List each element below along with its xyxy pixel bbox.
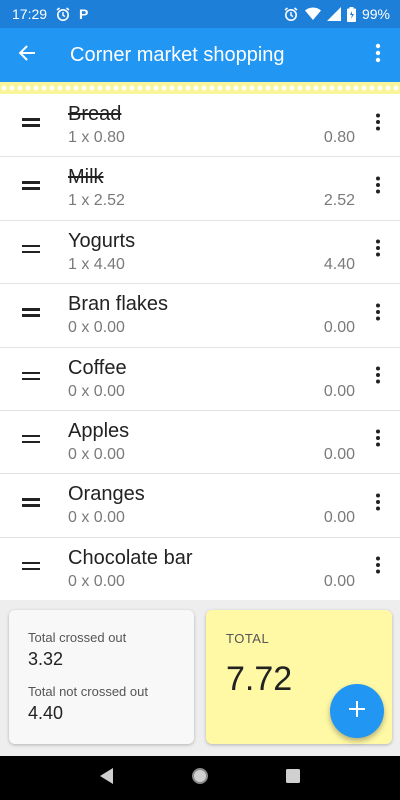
drag-handle-icon[interactable] [22,118,40,128]
more-vert-icon [375,556,381,579]
arrow-left-icon [17,43,37,68]
list-item[interactable]: Milk 1 x 2.52 2.52 [0,157,400,221]
list-item[interactable]: Bran flakes 0 x 0.00 0.00 [0,284,400,348]
more-vert-icon [375,113,381,136]
drag-handle-icon[interactable] [22,244,40,255]
status-bar: 17:29 P 99% [0,0,400,28]
item-quantity-price: 0 x 0.00 [68,319,125,337]
alarm-icon [55,6,71,22]
item-more-button[interactable] [366,554,390,582]
item-quantity-price: 0 x 0.00 [68,382,125,400]
item-name: Bread [68,103,122,125]
page-title: Corner market shopping [70,43,285,66]
item-total-price: 0.80 [323,129,355,146]
item-total-price: 0.00 [323,319,355,337]
item-more-button[interactable] [366,364,390,392]
item-name: Chocolate bar [68,546,193,569]
item-more-button[interactable] [366,173,390,201]
item-name: Milk [68,166,104,189]
wifi-icon [304,7,321,21]
list-item[interactable]: Chocolate bar 0 x 0.00 0.00 [0,537,400,602]
nav-recents-button[interactable] [273,758,313,798]
back-triangle-icon [99,767,114,789]
item-total-price: 0.00 [323,509,355,527]
item-more-button[interactable] [366,490,390,518]
more-vert-icon [375,429,381,452]
item-more-button[interactable] [366,110,390,138]
list-item[interactable]: Yogurts 1 x 4.40 4.40 [0,220,400,285]
nav-back-button[interactable] [87,758,127,798]
more-vert-icon [375,176,381,199]
more-vert-icon [375,43,381,68]
item-more-button[interactable] [366,427,390,455]
home-circle-icon [191,767,209,790]
signal-icon [326,7,341,21]
drag-handle-icon[interactable] [22,181,40,191]
parking-badge: P [79,6,89,22]
item-total-price: 0.00 [323,382,355,400]
item-more-button[interactable] [366,300,390,328]
back-button[interactable] [0,28,54,82]
total-label: TOTAL [226,631,270,646]
plus-icon [348,700,366,723]
item-total-price: 2.52 [323,192,355,210]
item-total-price: 0.00 [323,445,355,463]
more-vert-icon [375,493,381,516]
drag-handle-icon[interactable] [22,434,40,445]
system-nav-bar [0,756,400,800]
battery-level: 99% [361,6,390,22]
item-quantity-price: 0 x 0.00 [68,572,125,590]
more-vert-icon [375,366,381,389]
item-total-price: 4.40 [323,255,355,273]
app-bar: Corner market shopping [0,28,400,82]
alarm-icon [283,6,299,22]
battery-icon [346,6,356,22]
drag-handle-icon[interactable] [22,371,40,382]
item-quantity-price: 1 x 4.40 [68,255,125,273]
status-time: 17:29 [12,6,48,22]
item-quantity-price: 1 x 0.80 [68,129,125,146]
item-total-price: 0.00 [323,572,355,590]
drag-handle-icon[interactable] [22,561,40,572]
not-crossed-out-value: 4.40 [28,703,64,723]
add-item-button[interactable] [330,684,384,738]
item-name: Coffee [68,356,127,379]
item-quantity-price: 0 x 0.00 [68,445,125,463]
more-vert-icon [375,239,381,262]
item-quantity-price: 1 x 2.52 [68,192,125,210]
nav-home-button[interactable] [180,758,220,798]
list-item[interactable]: Oranges 0 x 0.00 0.00 [0,474,400,538]
item-quantity-price: 0 x 0.00 [68,509,125,527]
list-item[interactable]: Apples 0 x 0.00 0.00 [0,410,400,475]
item-name: Yogurts [68,229,136,252]
item-name: Oranges [68,483,145,506]
decorative-dots [0,82,400,94]
not-crossed-out-label: Total not crossed out [28,684,148,699]
recents-square-icon [286,768,301,788]
drag-handle-icon[interactable] [22,498,40,508]
crossed-out-value: 3.32 [28,649,64,669]
drag-handle-icon[interactable] [22,308,40,318]
shopping-list: Bread 1 x 0.80 0.80 Milk 1 x 2.52 2.52 Yogurts… [0,94,400,602]
more-vert-icon [375,303,381,326]
item-name: Apples [68,419,130,442]
item-more-button[interactable] [366,237,390,265]
item-name: Bran flakes [68,293,169,316]
decorative-strip [0,82,400,94]
list-item[interactable]: Coffee 0 x 0.00 0.00 [0,347,400,411]
overflow-menu-button[interactable] [356,28,400,82]
subtotals-card: Total crossed out 3.32 Total not crossed… [9,610,194,744]
crossed-out-label: Total crossed out [28,630,127,645]
list-item[interactable]: Bread 1 x 0.80 0.80 [0,94,400,158]
